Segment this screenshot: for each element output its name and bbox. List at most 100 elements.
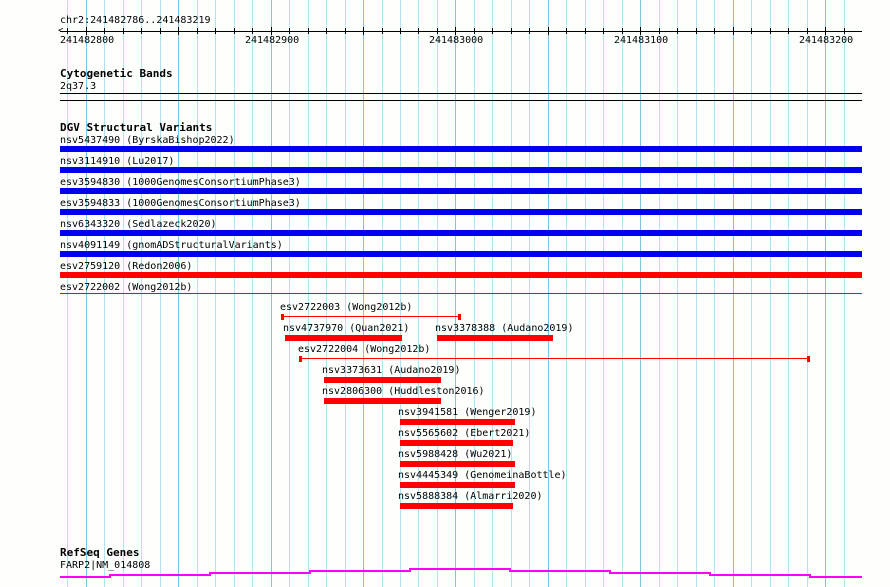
- ruler-label: 241483000: [429, 35, 484, 46]
- ruler-tick: [289, 28, 290, 34]
- dgv-feature-label[interactable]: nsv6343320 (Sedlazeck2020): [60, 219, 217, 230]
- ruler-tick: [160, 28, 161, 34]
- dgv-feature-label[interactable]: nsv5988428 (Wu2021): [398, 449, 512, 460]
- refseq-gene-model[interactable]: [0, 568, 890, 582]
- dgv-feature-label[interactable]: esv2759120 (Redon2006): [60, 261, 192, 272]
- ruler-tick: [326, 28, 327, 34]
- ruler-tick: [271, 27, 272, 35]
- ruler-tick: [123, 28, 124, 34]
- ruler-label: 241483100: [614, 35, 669, 46]
- ruler-tick: [529, 28, 530, 34]
- ruler-tick: [104, 28, 105, 34]
- dgv-feature-label[interactable]: nsv3114910 (Lu2017): [60, 156, 174, 167]
- cytoband-track-title[interactable]: Cytogenetic Bands: [60, 68, 173, 79]
- ruler-tick: [86, 27, 87, 35]
- feature-end-cap: [299, 356, 302, 362]
- dgv-feature-label[interactable]: nsv5888384 (Almarri2020): [398, 491, 543, 502]
- dgv-feature-bar[interactable]: [285, 335, 402, 341]
- dgv-feature-line[interactable]: [60, 293, 862, 294]
- ruler-tick: [345, 28, 346, 34]
- ruler-location: chr2:241482786..241483219: [60, 15, 211, 26]
- dgv-feature-label[interactable]: esv3594833 (1000GenomesConsortiumPhase3): [60, 198, 301, 209]
- ruler-tick: [825, 27, 826, 35]
- dgv-feature-label[interactable]: nsv3378388 (Audano2019): [435, 323, 573, 334]
- feature-end-cap: [281, 314, 284, 320]
- feature-end-cap: [458, 314, 461, 320]
- cytoband-bar-top: [60, 93, 862, 94]
- ruler-tick: [474, 28, 475, 34]
- dgv-feature-label[interactable]: esv3594830 (1000GenomesConsortiumPhase3): [60, 177, 301, 188]
- dgv-feature-label[interactable]: nsv3941581 (Wenger2019): [398, 407, 536, 418]
- ruler-tick: [197, 28, 198, 34]
- ruler-label: 241482900: [245, 35, 300, 46]
- dgv-feature-label[interactable]: nsv5437490 (ByrskaBishop2022): [60, 135, 235, 146]
- dgv-feature-label[interactable]: nsv4091149 (gnomADStructuralVariants): [60, 240, 283, 251]
- ruler-tick: [234, 28, 235, 34]
- ruler-tick: [178, 27, 179, 35]
- dgv-feature-bar[interactable]: [60, 188, 862, 194]
- ruler-tick: [733, 27, 734, 35]
- ruler-tick: [714, 28, 715, 34]
- dgv-feature-label[interactable]: nsv4737970 (Quan2021): [283, 323, 409, 334]
- feature-end-cap: [807, 356, 810, 362]
- ruler-tick: [67, 28, 68, 34]
- dgv-feature-label[interactable]: nsv5565602 (Ebert2021): [398, 428, 530, 439]
- dgv-feature-bar[interactable]: [60, 272, 862, 278]
- gene-line[interactable]: [60, 568, 862, 578]
- dgv-track-title[interactable]: DGV Structural Variants: [60, 122, 212, 133]
- ruler-axis: [60, 31, 862, 32]
- dgv-feature-label[interactable]: nsv4445349 (GenomeinaBottle): [398, 470, 567, 481]
- ruler-tick: [141, 28, 142, 34]
- dgv-feature-bar[interactable]: [324, 398, 441, 404]
- dgv-feature-bar[interactable]: [400, 461, 515, 467]
- ruler-tick: [511, 28, 512, 34]
- dgv-feature-bar[interactable]: [60, 209, 862, 215]
- dgv-feature-label[interactable]: esv2722003 (Wong2012b): [280, 302, 412, 313]
- ruler-label: 241483200: [799, 35, 854, 46]
- dgv-feature-bar[interactable]: [400, 419, 515, 425]
- dgv-feature-label[interactable]: esv2722004 (Wong2012b): [298, 344, 430, 355]
- dgv-feature-bar[interactable]: [60, 146, 862, 152]
- cytoband-label: 2q37.3: [60, 81, 97, 92]
- ruler-tick: [492, 28, 493, 34]
- ruler-tick: [603, 28, 604, 34]
- dgv-feature-bar[interactable]: [60, 230, 862, 236]
- dgv-feature-bar[interactable]: [437, 335, 553, 341]
- ruler-tick: [400, 28, 401, 34]
- ruler-tick: [308, 28, 309, 34]
- ruler-tick: [363, 27, 364, 35]
- ruler-tick: [382, 28, 383, 34]
- ruler-tick: [677, 28, 678, 34]
- ruler-tick: [622, 28, 623, 34]
- ruler-tick: [770, 28, 771, 34]
- ruler-tick: [566, 28, 567, 34]
- ruler-tick: [807, 28, 808, 34]
- ruler-tick: [844, 28, 845, 34]
- ruler-tick: [215, 28, 216, 34]
- ruler-tick: [548, 27, 549, 35]
- ruler-tick: [252, 28, 253, 34]
- ruler-tick: [640, 27, 641, 35]
- ruler-label: 241482800: [60, 35, 115, 46]
- genome-browser-panel: chr2:241482786..241483219 < 241482800 241…: [0, 0, 890, 587]
- ruler-tick: [585, 28, 586, 34]
- dgv-feature-label[interactable]: nsv2806300 (Huddleston2016): [322, 386, 485, 397]
- cytoband-bar-bottom: [60, 100, 862, 101]
- ruler-tick: [659, 28, 660, 34]
- dgv-feature-bar[interactable]: [60, 167, 862, 173]
- refseq-track-title[interactable]: RefSeq Genes: [60, 547, 139, 558]
- dgv-feature-bar[interactable]: [60, 251, 862, 257]
- dgv-feature-bar[interactable]: [324, 377, 441, 383]
- ruler-tick: [788, 28, 789, 34]
- dgv-feature-label[interactable]: nsv3373631 (Audano2019): [322, 365, 460, 376]
- dgv-feature-bar[interactable]: [400, 482, 515, 488]
- dgv-feature-label[interactable]: esv2722002 (Wong2012b): [60, 282, 192, 293]
- ruler-tick: [751, 28, 752, 34]
- ruler-tick: [696, 28, 697, 34]
- ruler-tick: [455, 27, 456, 35]
- ruler-tick: [437, 28, 438, 34]
- dgv-feature-bar[interactable]: [400, 503, 513, 509]
- dgv-feature-line[interactable]: [282, 316, 459, 317]
- dgv-feature-bar[interactable]: [400, 440, 513, 446]
- dgv-feature-line[interactable]: [300, 358, 808, 359]
